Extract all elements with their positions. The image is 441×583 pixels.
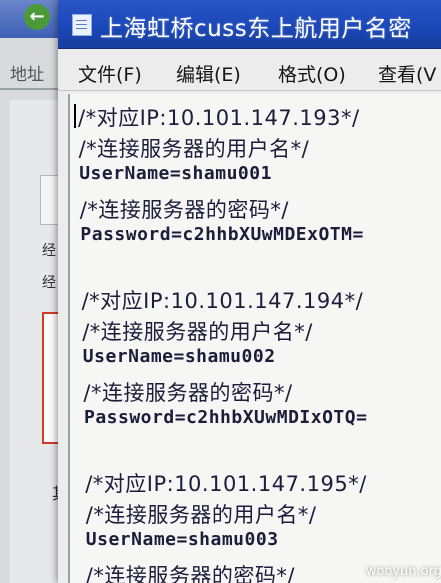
screen: ← 地址 经 经 其 上海虹桥cuss东上航用户名密 文件(F) 编辑(E) 格… [0, 0, 441, 583]
menu-view[interactable]: 查看(V [378, 60, 436, 87]
menu-format[interactable]: 格式(O) [278, 60, 346, 87]
notepad-icon [72, 14, 92, 36]
code-line: UserName=shamu003 [85, 529, 279, 550]
code-comment-line: /*连接服务器的用户名*/ [85, 502, 317, 527]
watermark: wooyun.org [365, 564, 441, 579]
code-line: Password=c2hhbXUwMDExOTM= [80, 224, 364, 245]
title-bar[interactable]: 上海虹桥cuss东上航用户名密 [58, 0, 441, 49]
code-comment-line: /*对应IP:10.101.147.193*/ [78, 106, 360, 130]
notepad-window: 上海虹桥cuss东上航用户名密 文件(F) 编辑(E) 格式(O) 查看(V /… [58, 0, 441, 583]
code-comment-line: /*连接服务器的用户名*/ [82, 319, 313, 344]
code-line: Password=c2hhbXUwMDIxOTQ= [84, 407, 368, 428]
code-comment-line: /*连接服务器的密码*/ [85, 563, 295, 583]
text-caret [74, 104, 76, 128]
code-line: UserName=shamu002 [82, 346, 276, 367]
code-comment-line: /*连接服务器的密码*/ [83, 380, 293, 405]
background-side-text: 经 [42, 275, 56, 291]
address-label: 地址 [10, 65, 44, 85]
menu-file[interactable]: 文件(F) [78, 60, 142, 87]
background-side-text: 经 [42, 243, 56, 259]
menu-bar: 文件(F) 编辑(E) 格式(O) 查看(V [58, 56, 441, 91]
code-comment-line: /*连接服务器的用户名*/ [78, 136, 310, 161]
window-title: 上海虹桥cuss东上航用户名密 [100, 16, 412, 42]
text-editor[interactable]: /*对应IP:10.101.147.193*//*连接服务器的用户名*/User… [68, 94, 441, 583]
code-comment-line: /*对应IP:10.101.147.194*/ [81, 289, 364, 313]
code-comment-line: /*连接服务器的密码*/ [79, 197, 289, 222]
back-arrow-icon[interactable]: ← [24, 4, 50, 30]
menu-edit[interactable]: 编辑(E) [176, 60, 241, 87]
code-comment-line: /*对应IP:10.101.147.195*/ [85, 472, 367, 496]
code-line: UserName=shamu001 [79, 163, 272, 184]
